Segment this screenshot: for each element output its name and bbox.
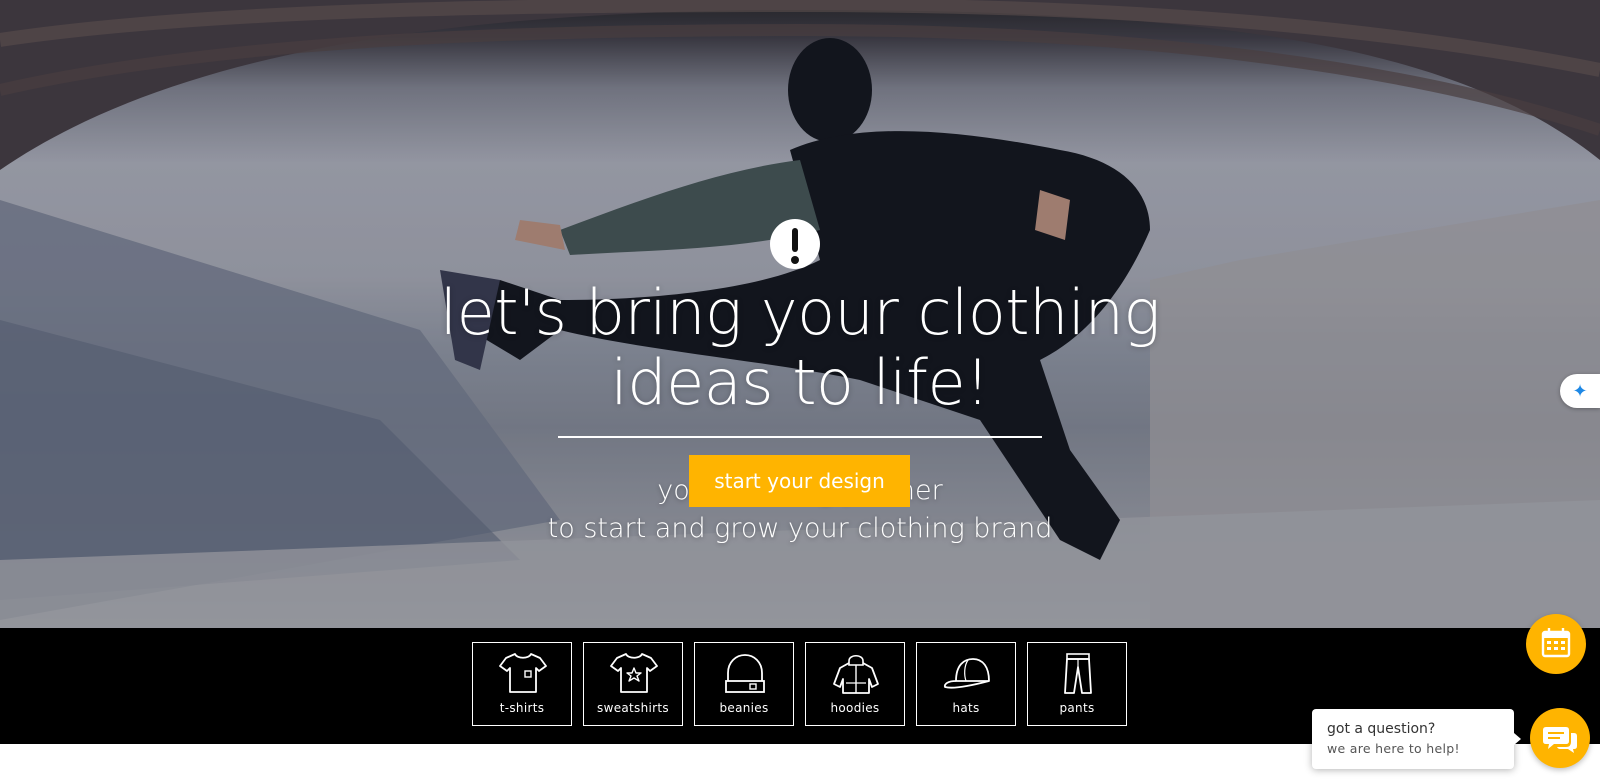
side-widget-tab[interactable]: ✦ [1560,374,1600,408]
headline-divider [558,436,1042,438]
calendar-button[interactable] [1526,614,1586,674]
category-t-shirts[interactable]: t-shirts [472,642,572,726]
exclamation-icon [770,219,820,269]
category-label: hoodies [830,701,880,715]
chat-bubble-icon [1543,727,1577,753]
hero-banner: let's bring your clothing ideas to life!… [0,0,1600,628]
category-label: hats [952,701,980,715]
category-pants[interactable]: pants [1027,642,1127,726]
chat-prompt-bubble[interactable]: got a question? we are here to help! [1312,709,1521,769]
pants-icon [1064,653,1092,694]
category-sweatshirts[interactable]: sweatshirts [583,642,683,726]
category-label: pants [1059,701,1095,715]
category-label: t-shirts [499,701,545,715]
hero-headline: let's bring your clothing ideas to life! [300,278,1300,418]
cap-icon [943,658,990,689]
start-design-button[interactable]: start your design [689,455,910,507]
category-hoodies[interactable]: hoodies [805,642,905,726]
chat-question-text: got a question? [1327,721,1436,737]
t-shirt-icon [499,653,547,693]
beanie-icon [725,654,765,693]
hero-headline-line2: ideas to life! [610,346,990,419]
category-hats[interactable]: hats [916,642,1016,726]
water-drop-icon: ✦ [1572,381,1588,401]
calendar-icon [1541,628,1571,658]
category-label: beanies [719,701,769,715]
sweatshirt-icon [610,653,658,693]
category-beanies[interactable]: beanies [694,642,794,726]
hero-content: let's bring your clothing ideas to life!… [0,0,1600,628]
category-label: sweatshirts [597,701,669,715]
hoodie-icon [833,654,879,694]
hero-subtext-line2: to start and grow your clothing brand [547,513,1053,544]
chat-help-text: we are here to help! [1327,741,1460,756]
chat-button[interactable] [1530,708,1590,768]
hero-headline-line1: let's bring your clothing [439,276,1161,349]
